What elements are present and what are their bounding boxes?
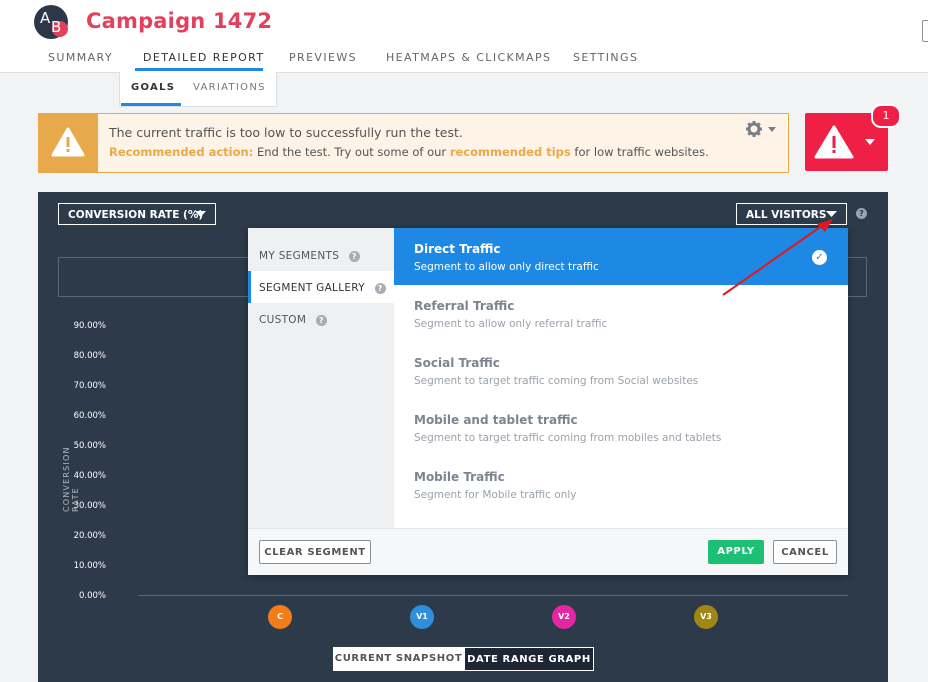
category-label: SEGMENT GALLERY [259,282,365,294]
segment-option-direct-traffic[interactable]: Direct Traffic [414,242,501,256]
segment-option-subtitle: Segment to target traffic coming from So… [414,375,699,387]
logo-letter-a: A [40,9,51,27]
alert-icon-box [38,113,98,173]
subtab-goals[interactable]: GOALS [131,82,175,93]
variation-c-marker[interactable]: C [268,605,292,629]
active-tab-indicator [135,68,263,71]
y-tick: 0.00% [78,591,106,601]
segment-option-mobile-traffic[interactable]: Mobile Traffic [414,470,505,484]
cancel-button[interactable]: CANCEL [773,540,837,564]
variation-v3-marker[interactable]: V3 [694,605,718,629]
traffic-alert [38,113,789,173]
category-custom[interactable]: CUSTOM ? [259,314,327,326]
help-icon[interactable]: ? [374,283,386,294]
chevron-down-icon [865,139,875,145]
y-tick: 80.00% [73,351,106,361]
recommended-action-tail: for low traffic websites. [570,145,709,159]
segment-option-referral-traffic[interactable]: Referral Traffic [414,299,514,313]
subtab-variations[interactable]: VARIATIONS [193,82,266,93]
header-corner-button[interactable] [922,20,928,42]
y-tick: 10.00% [73,561,106,571]
chevron-down-icon [768,127,776,132]
tab-detailed-report[interactable]: DETAILED REPORT [143,51,265,64]
alert-recommendation: Recommended action: End the test. Try ou… [109,145,709,159]
notification-badge: 1 [871,104,901,128]
segment-option-mobile-tablet-traffic[interactable]: Mobile and tablet traffic [414,413,578,427]
alert-message: The current traffic is too low to succes… [109,125,463,140]
alert-settings-button[interactable] [745,120,779,142]
recommended-action-text: End the test. Try out some of our [253,145,450,159]
tab-heatmaps-clickmaps[interactable]: HEATMAPS & CLICKMAPS [386,51,551,64]
variation-v2-marker[interactable]: V2 [552,605,576,629]
metric-select[interactable]: CONVERSION RATE (%) [58,203,216,225]
tab-previews[interactable]: PREVIEWS [289,51,357,64]
recommended-tips-link[interactable]: recommended tips [450,145,571,159]
metric-select-value: CONVERSION RATE (%) [68,209,204,221]
category-label: CUSTOM [259,314,307,326]
gear-icon [746,121,776,137]
help-icon[interactable]: ? [856,208,867,219]
segment-option-subtitle: Segment to target traffic coming from mo… [414,432,722,444]
y-axis-label: CONVERSION RATE [62,446,80,512]
logo-letter-b: B [51,18,62,36]
tab-summary[interactable]: SUMMARY [48,51,113,64]
tab-settings[interactable]: SETTINGS [573,51,638,64]
segment-option-subtitle: Segment to allow only referral traffic [414,318,608,330]
current-snapshot-toggle[interactable]: CURRENT SNAPSHOT [333,647,464,671]
chevron-down-icon [195,211,206,217]
segment-option-subtitle: Segment to allow only direct traffic [414,261,599,273]
y-tick: 60.00% [73,411,106,421]
clear-segment-button[interactable]: CLEAR SEGMENT [259,540,371,564]
category-label: MY SEGMENTS [259,250,340,262]
variation-v1-marker[interactable]: V1 [410,605,434,629]
help-icon[interactable]: ? [348,251,360,262]
page-title: Campaign 1472 [86,9,273,33]
apply-button[interactable]: APPLY [708,540,764,564]
category-my-segments[interactable]: MY SEGMENTS ? [259,250,360,262]
y-tick: 90.00% [73,321,106,331]
y-tick: 70.00% [73,381,106,391]
date-range-graph-toggle[interactable]: DATE RANGE GRAPH [464,647,594,671]
warning-icon [51,127,85,157]
app-logo[interactable]: A B [34,5,68,39]
help-icon[interactable]: ? [315,315,327,326]
recommended-action-label: Recommended action: [109,145,254,159]
y-tick: 20.00% [73,531,106,541]
segment-option-social-traffic[interactable]: Social Traffic [414,356,500,370]
active-subtab-indicator [121,103,181,106]
category-segment-gallery[interactable]: SEGMENT GALLERY ? [259,282,386,294]
x-axis-line [138,595,848,596]
segment-option-subtitle: Segment for Mobile traffic only [414,489,577,501]
annotation-arrow [722,219,833,296]
